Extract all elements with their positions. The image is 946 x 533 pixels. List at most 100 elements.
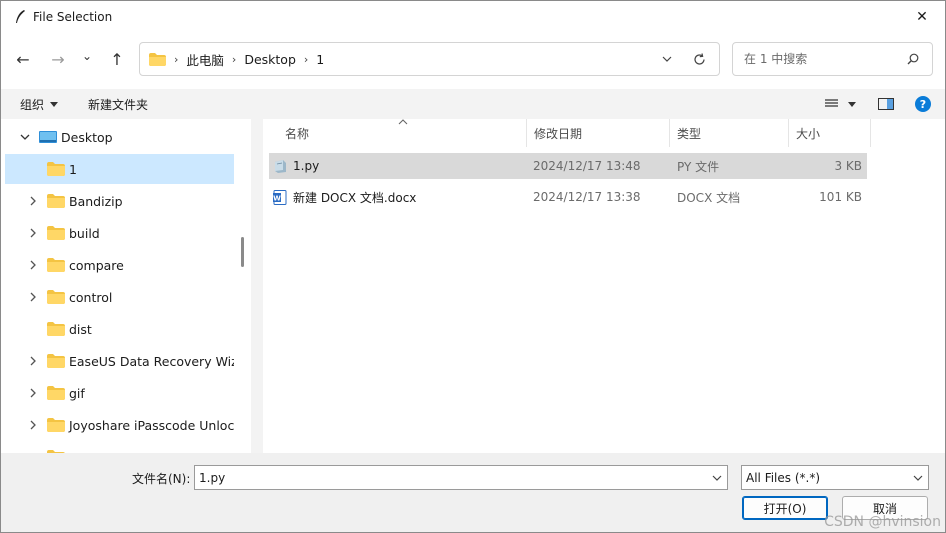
- tree-item-folder-1[interactable]: 1: [5, 154, 234, 184]
- arrow-right-icon: →: [51, 49, 65, 69]
- pane-splitter[interactable]: [251, 119, 263, 453]
- chevron-down-icon[interactable]: [712, 475, 722, 481]
- forward-button[interactable]: →: [46, 47, 70, 71]
- new-folder-label: 新建文件夹: [88, 97, 149, 112]
- tree-item-build[interactable]: build: [5, 218, 234, 248]
- chevron-down-icon: [913, 475, 923, 481]
- view-options-button[interactable]: [825, 99, 856, 109]
- column-header-type[interactable]: 类型: [669, 119, 789, 147]
- tree-item-label: dist: [69, 321, 92, 337]
- tree-item-label: build: [69, 225, 100, 241]
- up-button[interactable]: ↑: [105, 47, 129, 71]
- caret-down-icon: [848, 101, 856, 107]
- folder-icon: [47, 386, 65, 400]
- help-icon: ?: [915, 96, 931, 112]
- chevron-right-icon[interactable]: [26, 354, 40, 368]
- file-size: 3 KB: [834, 159, 862, 173]
- help-button[interactable]: ?: [915, 96, 931, 112]
- folder-icon: [47, 258, 65, 272]
- organize-menu[interactable]: 组织: [20, 96, 59, 113]
- file-row[interactable]: W 新建 DOCX 文档.docx 2024/12/17 13:38 DOCX …: [269, 184, 867, 210]
- folder-icon: [47, 290, 65, 304]
- tree-item-label: Bandizip: [69, 193, 123, 209]
- file-type-filter-value: All Files (*.*): [746, 470, 821, 485]
- folder-icon: [149, 52, 166, 66]
- file-dialog: File Selection ✕ ← → ⌄ ↑ › 此电脑 › Desktop…: [0, 0, 946, 533]
- breadcrumb-separator: ›: [231, 52, 237, 66]
- new-folder-button[interactable]: 新建文件夹: [88, 96, 148, 113]
- tree-item-label: 1: [69, 161, 77, 177]
- tree-item-gif[interactable]: gif: [5, 378, 234, 408]
- arrow-left-icon: ←: [16, 49, 30, 69]
- column-header-modified[interactable]: 修改日期: [526, 119, 670, 147]
- watermark: CSDN @hvinsion: [824, 514, 941, 530]
- tree-item-label: Joyoshare iPasscode Unlocker: [69, 417, 234, 433]
- refresh-icon[interactable]: [679, 52, 719, 66]
- search-box[interactable]: [732, 42, 933, 76]
- file-list: 名称 修改日期 类型 大小 1.py 2024/12/17 13:48 PY 文…: [263, 119, 945, 453]
- filename-input[interactable]: [195, 469, 695, 486]
- tree-item-label: compare: [69, 257, 124, 273]
- chevron-right-icon[interactable]: [26, 418, 40, 432]
- chevron-right-icon[interactable]: [26, 386, 40, 400]
- file-size: 101 KB: [819, 190, 862, 204]
- close-icon: ✕: [916, 9, 928, 25]
- file-row[interactable]: 1.py 2024/12/17 13:48 PY 文件 3 KB: [269, 153, 867, 179]
- search-icon[interactable]: [907, 53, 919, 65]
- folder-icon: [47, 162, 65, 176]
- tree-item-easeus[interactable]: EaseUS Data Recovery Wizard: [5, 346, 234, 376]
- chevron-right-icon[interactable]: [26, 226, 40, 240]
- chevron-right-icon[interactable]: [26, 194, 40, 208]
- file-type-filter[interactable]: All Files (*.*): [741, 465, 929, 490]
- command-bar: 组织 新建文件夹 ?: [1, 89, 945, 119]
- arrow-up-icon: ↑: [110, 49, 124, 69]
- file-modified: 2024/12/17 13:38: [533, 190, 641, 204]
- column-header-size[interactable]: 大小: [788, 119, 871, 147]
- breadcrumb-folder-1[interactable]: 1: [316, 52, 324, 67]
- tree-item-dist[interactable]: dist: [5, 314, 234, 344]
- navigation-pane: Desktop 1 Bandizip build compare control…: [1, 119, 251, 453]
- column-header-label: 修改日期: [534, 126, 583, 141]
- navigation-scrollbar-thumb[interactable]: [241, 237, 244, 267]
- chevron-expanded-icon[interactable]: [18, 130, 32, 144]
- organize-label: 组织: [20, 97, 45, 112]
- column-header-label: 类型: [677, 126, 702, 141]
- tree-item-desktop[interactable]: Desktop: [5, 122, 234, 152]
- dialog-footer: 文件名(N): All Files (*.*) 打开(O) 取消 CSDN @h…: [1, 453, 945, 532]
- file-modified: 2024/12/17 13:48: [533, 159, 641, 173]
- close-button[interactable]: ✕: [899, 1, 945, 33]
- svg-text:?: ?: [920, 98, 926, 111]
- preview-pane-button[interactable]: [878, 98, 894, 110]
- folder-icon: [47, 194, 65, 208]
- filename-combobox[interactable]: [194, 465, 728, 490]
- caret-down-icon: [50, 101, 59, 107]
- column-header-name[interactable]: 名称: [277, 119, 527, 147]
- tree-item-joyoshare[interactable]: Joyoshare iPasscode Unlocker: [5, 410, 234, 440]
- tree-item-control[interactable]: control: [5, 282, 234, 312]
- breadcrumb-this-pc[interactable]: 此电脑: [186, 50, 224, 69]
- column-header-label: 名称: [285, 126, 310, 141]
- tree-item-compare[interactable]: compare: [5, 250, 234, 280]
- word-document-icon: W: [273, 184, 287, 210]
- chevron-right-icon[interactable]: [26, 258, 40, 272]
- tree-item-label: Desktop: [61, 129, 113, 145]
- open-button[interactable]: 打开(O): [742, 496, 828, 520]
- back-button[interactable]: ←: [11, 47, 35, 71]
- chevron-right-icon[interactable]: [26, 290, 40, 304]
- search-input[interactable]: [742, 51, 902, 67]
- breadcrumb-separator: ›: [174, 52, 179, 66]
- breadcrumb-separator: ›: [303, 52, 309, 66]
- file-name: 新建 DOCX 文档.docx: [293, 190, 417, 205]
- folder-icon: [47, 226, 65, 240]
- tree-item-label: control: [69, 289, 113, 305]
- address-bar[interactable]: › 此电脑 › Desktop › 1: [139, 42, 720, 76]
- folder-icon: [47, 418, 65, 432]
- breadcrumb-desktop[interactable]: Desktop: [244, 52, 296, 67]
- address-dropdown-icon[interactable]: [655, 56, 679, 62]
- tree-item-bandizip[interactable]: Bandizip: [5, 186, 234, 216]
- python-file-icon: [273, 153, 288, 179]
- file-type: DOCX 文档: [677, 190, 741, 205]
- recent-locations-button[interactable]: ⌄: [77, 47, 97, 71]
- chevron-down-icon: ⌄: [81, 49, 93, 63]
- tree-item-partial[interactable]: [5, 442, 234, 453]
